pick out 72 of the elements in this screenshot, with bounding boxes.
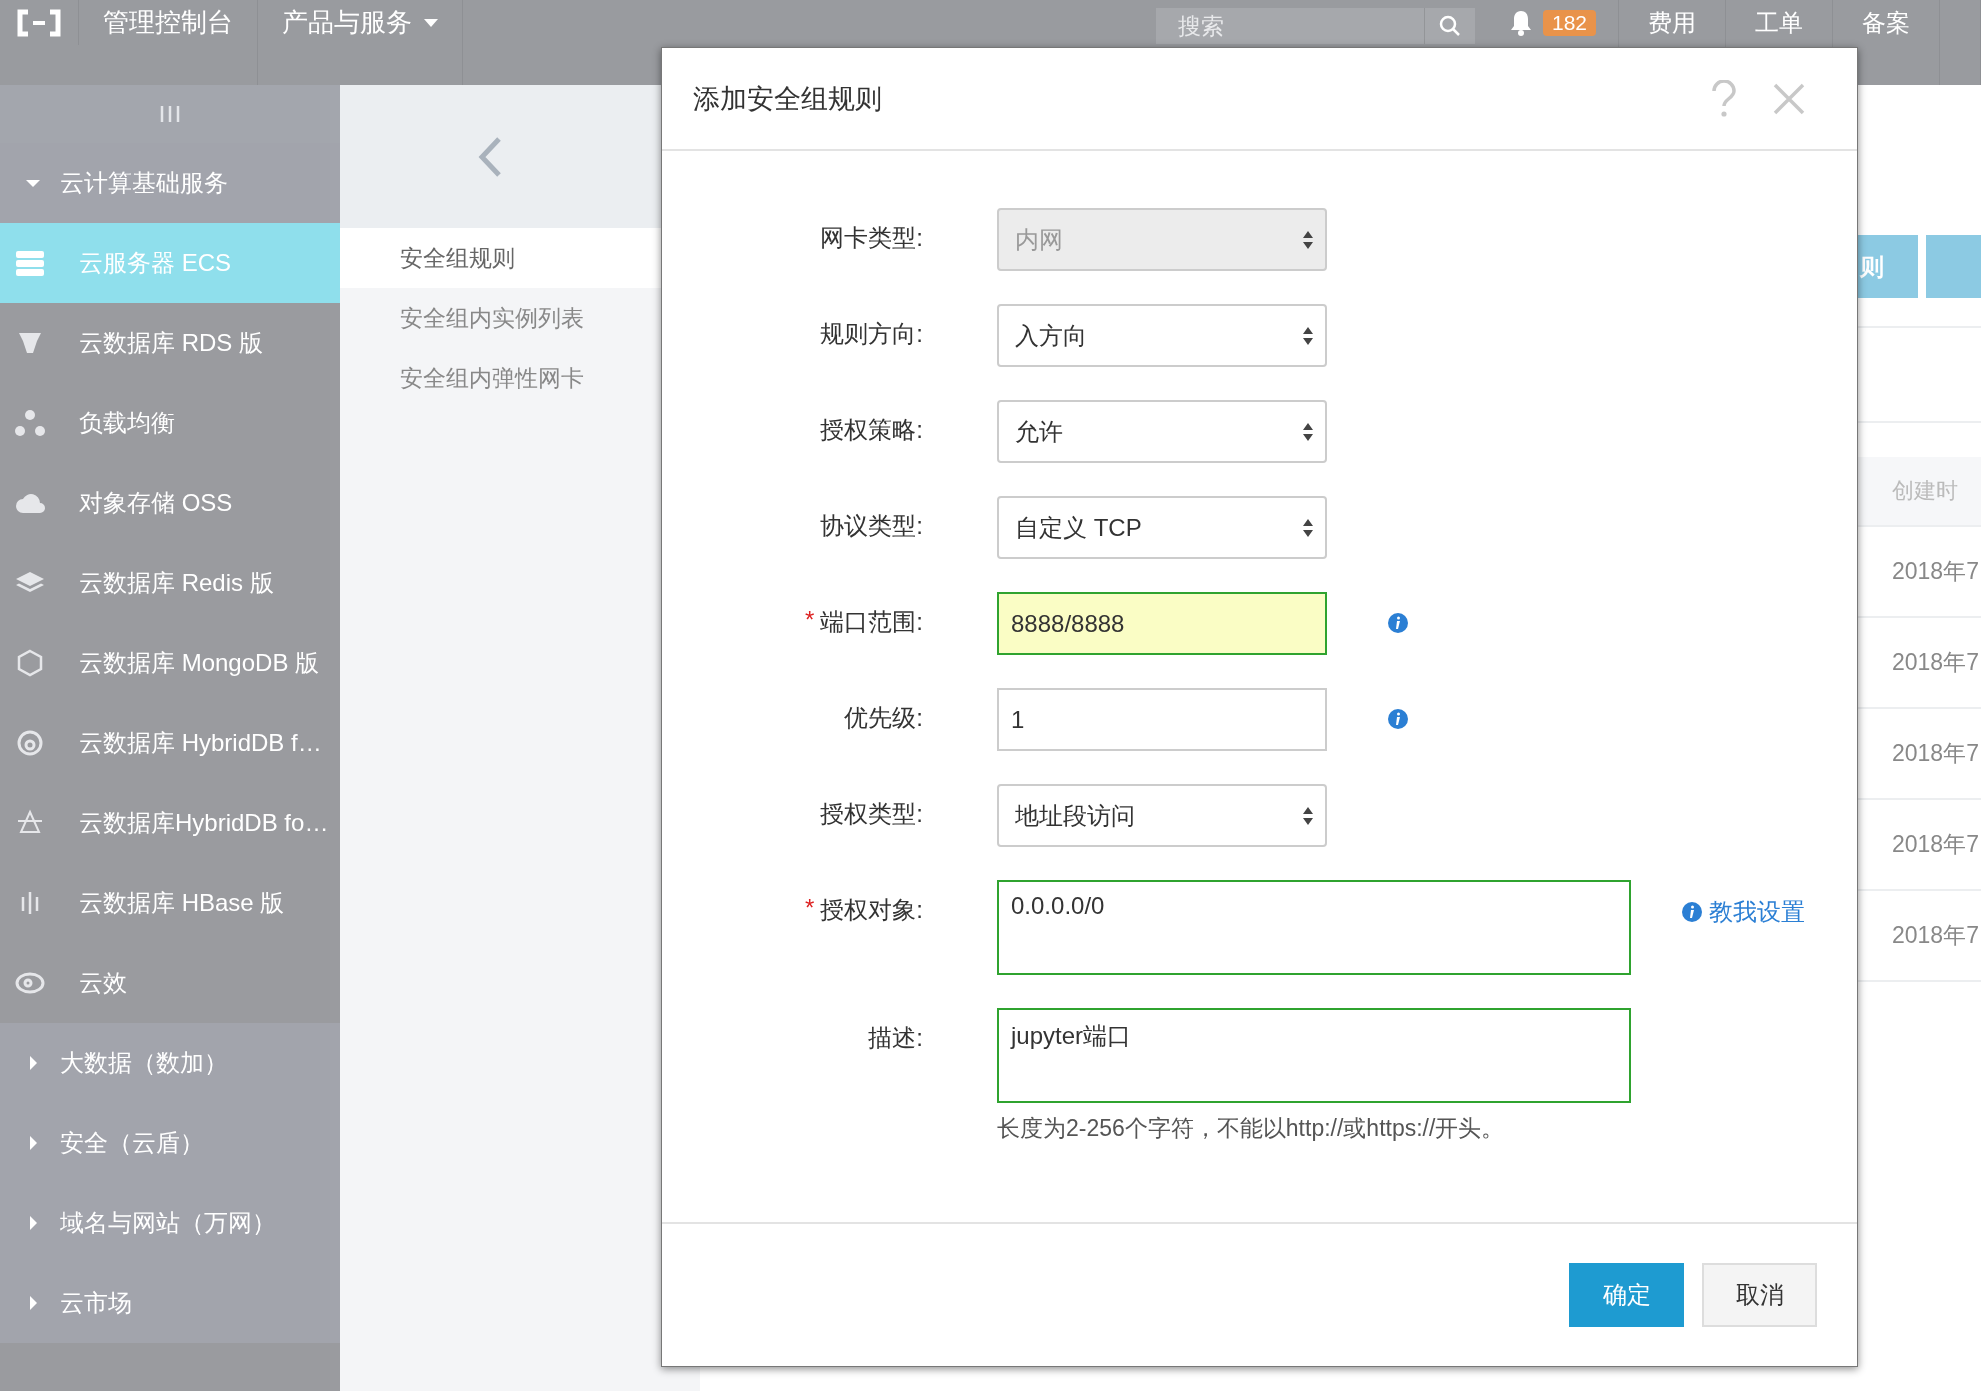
- logo-icon[interactable]: [16, 8, 62, 37]
- updown-icon: [1303, 422, 1313, 441]
- sidebar-item[interactable]: 云效: [0, 943, 340, 1023]
- search-button[interactable]: [1423, 8, 1475, 44]
- info-icon[interactable]: [1387, 612, 1409, 634]
- select-field[interactable]: 自定义 TCP: [997, 496, 1327, 559]
- sidebar-group[interactable]: 安全（云盾）: [0, 1103, 340, 1183]
- select-field[interactable]: 允许: [997, 400, 1327, 463]
- required-mark: *: [805, 606, 815, 634]
- field-label: 优先级:: [844, 703, 923, 733]
- table-cell-text: 2018年7: [1892, 648, 1979, 677]
- field-label: 描述:: [868, 1023, 923, 1053]
- sidebar-item[interactable]: 云服务器 ECS: [0, 223, 340, 303]
- sidebar-item[interactable]: 云数据库 HBase 版: [0, 863, 340, 943]
- group-label: 云市场: [60, 1288, 132, 1318]
- back-chevron-icon[interactable]: [477, 135, 503, 178]
- field-label: 授权对象:: [820, 895, 923, 925]
- search-icon: [1437, 14, 1462, 38]
- select-field[interactable]: 入方向: [997, 304, 1327, 367]
- text-area[interactable]: 0.0.0.0/0: [997, 880, 1631, 975]
- updown-icon: [1303, 518, 1313, 537]
- server-icon: [15, 249, 45, 277]
- sidebar-item[interactable]: 云数据库 RDS 版: [0, 303, 340, 383]
- sidebar-item[interactable]: 云数据库HybridDB fo…: [0, 783, 340, 863]
- updown-icon: [1303, 230, 1313, 249]
- required-mark: *: [805, 894, 815, 922]
- sidebar-group[interactable]: 域名与网站（万网）: [0, 1183, 340, 1263]
- field-label: 协议类型:: [820, 511, 923, 541]
- confirm-button[interactable]: 确定: [1569, 1263, 1684, 1327]
- close-icon[interactable]: [1773, 82, 1805, 115]
- group-label: 云计算基础服务: [60, 168, 228, 198]
- nodes-icon: [15, 409, 45, 437]
- bell-icon[interactable]: [1508, 9, 1533, 36]
- field-label: 规则方向:: [820, 319, 923, 349]
- ring-icon: [15, 729, 45, 757]
- sidebar-group[interactable]: 云计算基础服务: [0, 143, 340, 223]
- updown-icon: [1303, 326, 1313, 345]
- group-label: 域名与网站（万网）: [60, 1208, 276, 1238]
- sidebar-group[interactable]: 云市场: [0, 1263, 340, 1343]
- dialog-title: 添加安全组规则: [693, 82, 883, 116]
- cancel-button[interactable]: 取消: [1702, 1263, 1817, 1327]
- table-cell-text: 2018年7: [1892, 830, 1979, 859]
- table-cell-text: 2018年7: [1892, 557, 1979, 586]
- table-cell-text: 2018年7: [1892, 921, 1979, 950]
- sidebar-item[interactable]: 对象存储 OSS: [0, 463, 340, 543]
- field-label: 端口范围:: [820, 607, 923, 637]
- caret-icon: [424, 18, 438, 27]
- sidebar-item[interactable]: 云数据库 MongoDB 版: [0, 623, 340, 703]
- sidebar-item[interactable]: 负载均衡: [0, 383, 340, 463]
- updown-icon: [1303, 806, 1313, 825]
- sidebar-item[interactable]: 云数据库 HybridDB f…: [0, 703, 340, 783]
- input-field[interactable]: 8888/8888: [997, 592, 1327, 655]
- select-field[interactable]: 地址段访问: [997, 784, 1327, 847]
- notification-count: 182: [1542, 9, 1596, 36]
- info-icon: [1681, 901, 1703, 923]
- hint-text: 长度为2-256个字符，不能以http://或https://开头。: [997, 1114, 1506, 1143]
- help-link[interactable]: 教我设置: [1681, 896, 1805, 928]
- search-field[interactable]: 搜索: [1155, 8, 1424, 44]
- column-header: 创建时: [1892, 477, 1958, 505]
- group-label: 安全（云盾）: [60, 1128, 204, 1158]
- sidebar-item[interactable]: 云数据库 Redis 版: [0, 543, 340, 623]
- help-icon[interactable]: [1711, 79, 1737, 118]
- table-cell-text: 2018年7: [1892, 739, 1979, 768]
- sidebar-group[interactable]: 大数据（数加）: [0, 1023, 340, 1103]
- field-label: 授权类型:: [820, 799, 923, 829]
- field-label: 网卡类型:: [820, 223, 923, 253]
- text-area[interactable]: jupyter端口: [997, 1008, 1631, 1103]
- input-field[interactable]: 1: [997, 688, 1327, 751]
- collapse-handle-icon[interactable]: [159, 104, 181, 124]
- info-icon[interactable]: [1387, 708, 1409, 730]
- field-label: 授权策略:: [820, 415, 923, 445]
- group-label: 大数据（数加）: [60, 1048, 228, 1078]
